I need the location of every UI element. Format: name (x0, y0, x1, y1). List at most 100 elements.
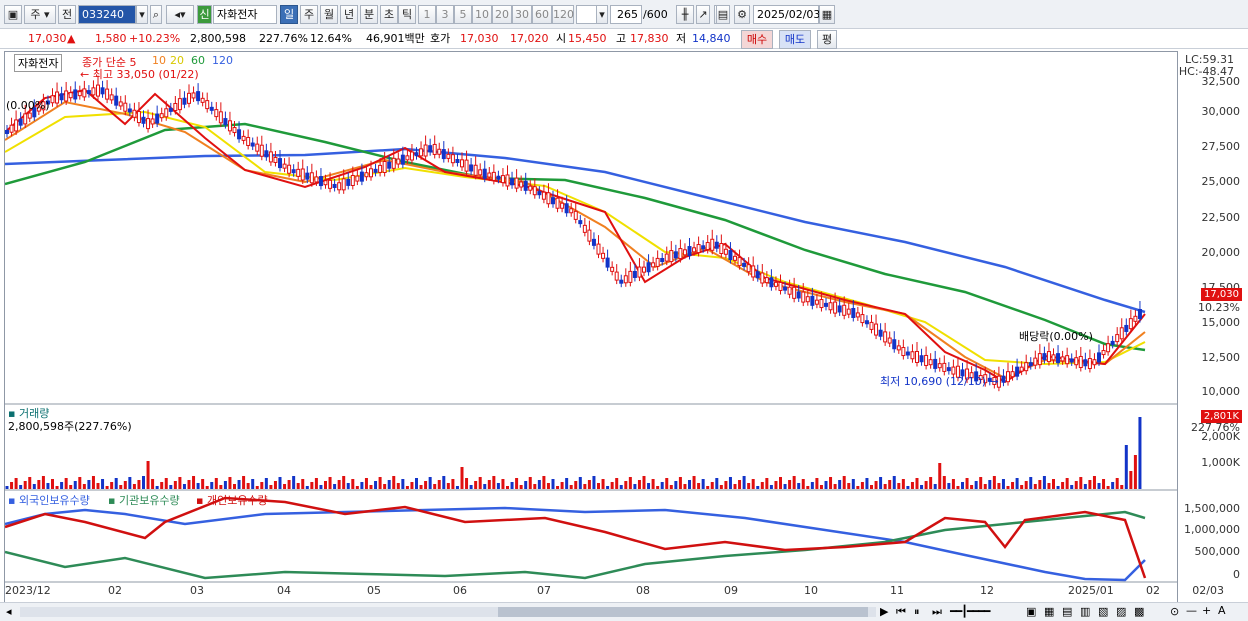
chart-canvas[interactable] (4, 52, 1179, 604)
volume-bar (637, 480, 641, 489)
volume-bar (96, 483, 100, 489)
save-icon[interactable]: ▤ (716, 5, 730, 24)
tab-minute[interactable]: 분 (360, 5, 378, 24)
volume-bar (983, 484, 987, 489)
settings-gear-icon[interactable]: ⚙ (734, 5, 750, 24)
stock-code-input[interactable]: 033240 (78, 5, 136, 24)
zoom-out-icon[interactable]: — (1186, 604, 1197, 617)
volume-bar (833, 484, 837, 489)
candle-body (701, 245, 706, 250)
stock-name-label[interactable]: 자화전자 (14, 54, 63, 72)
bar-count-input[interactable]: 265 (610, 5, 642, 24)
zoom-slider[interactable]: ━━┃━━━━ (950, 605, 990, 618)
chart-tool-icon-7[interactable]: ▩ (1134, 605, 1144, 618)
average-button[interactable]: 평 (817, 30, 837, 49)
search-icon[interactable]: ⌕ (150, 5, 162, 24)
period-select[interactable]: 주 ▾ (24, 5, 56, 24)
volume-bar (642, 476, 646, 489)
volume-bar (37, 480, 41, 489)
candle-body (268, 151, 273, 163)
legend-foreign[interactable]: ▪ 외국인보유수량 (8, 492, 90, 508)
volume-bar (870, 485, 873, 489)
volume-bar (1133, 455, 1137, 489)
volume-y-tick: 1,000K (1201, 456, 1240, 469)
chart-tool-icon[interactable]: ▣ (1026, 605, 1036, 618)
market-button[interactable]: 전 (58, 5, 76, 24)
candle-body (582, 224, 587, 233)
legend-institution[interactable]: ▪ 기관보유수량 (108, 492, 180, 508)
candle-body (523, 180, 528, 191)
interval-20[interactable]: 20 (492, 5, 512, 24)
interval-10[interactable]: 10 (472, 5, 492, 24)
candle-body (514, 177, 519, 189)
interval-5[interactable]: 5 (454, 5, 472, 24)
interval-60[interactable]: 60 (532, 5, 552, 24)
candle-body (496, 175, 501, 180)
tab-tick[interactable]: 틱 (398, 5, 416, 24)
tab-month[interactable]: 월 (320, 5, 338, 24)
horizontal-scrollbar[interactable] (20, 607, 876, 617)
volume-bar (915, 478, 919, 489)
candle-body (642, 266, 646, 273)
candle-type-icon[interactable]: ╫ (676, 5, 694, 24)
current-price: 17,030 (28, 32, 67, 45)
candle-body (860, 314, 865, 324)
tab-day[interactable]: 일 (280, 5, 298, 24)
candle-body (710, 238, 715, 251)
interval-30[interactable]: 30 (512, 5, 532, 24)
volume-bar (601, 479, 605, 489)
interval-1[interactable]: 1 (418, 5, 436, 24)
pause-icon[interactable]: ⏸ (914, 605, 920, 619)
volume-bar (55, 486, 59, 489)
code-dropdown-icon[interactable]: ▾ (136, 5, 148, 24)
window-menu-icon[interactable]: ▣ (4, 5, 22, 24)
tab-second[interactable]: 초 (380, 5, 398, 24)
candle-body (1037, 353, 1042, 366)
rewind-icon[interactable]: ⏮ (896, 605, 906, 619)
zoom-in-icon[interactable]: + (1202, 604, 1211, 617)
candle-body (682, 249, 687, 256)
calendar-icon[interactable]: ▦ (819, 5, 835, 24)
volume-bar (1083, 484, 1087, 489)
volume-bar (1065, 478, 1069, 489)
candle-body (628, 270, 633, 283)
candle-body (82, 88, 87, 98)
scroll-left-icon[interactable]: ◂ (6, 605, 12, 618)
chart-tool-icon-3[interactable]: ▤ (1062, 605, 1072, 618)
volume-bar (546, 483, 550, 489)
chart-tool-icon-6[interactable]: ▨ (1116, 605, 1126, 618)
legend-individual[interactable]: ▪ 개인보유수량 (196, 492, 268, 508)
volume-bar (847, 483, 851, 489)
candle-body (942, 362, 947, 372)
play-icon[interactable]: ▶ (880, 605, 888, 618)
candle-body (778, 281, 783, 291)
scrollbar-thumb[interactable] (498, 607, 868, 617)
chart-tool-icon-4[interactable]: ▥ (1080, 605, 1090, 618)
volume-bar (961, 482, 964, 489)
drawing-tool-icon[interactable]: ↗ (696, 5, 710, 24)
interval-120[interactable]: 120 (552, 5, 574, 24)
x-tick: 05 (367, 584, 381, 597)
tab-week[interactable]: 주 (300, 5, 318, 24)
candle-body (23, 113, 28, 125)
interval-3[interactable]: 3 (436, 5, 454, 24)
candle-body (928, 359, 933, 366)
tab-year[interactable]: 년 (340, 5, 358, 24)
chart-tool-icon-5[interactable]: ▧ (1098, 605, 1108, 618)
sell-button[interactable]: 매도 (779, 30, 811, 49)
bottom-controls: ◂ ▶ ⏮ ⏸ ⏭ ━━┃━━━━ ▣ ▦ ▤ ▥ ▧ ▨ ▩ ⊙ — + A (0, 602, 1248, 621)
buy-button[interactable]: 매수 (741, 30, 773, 49)
candle-body (478, 169, 483, 176)
date-input[interactable]: 2025/02/03 (753, 5, 820, 24)
chart-area[interactable] (4, 51, 1179, 604)
zoom-fit-icon[interactable]: ⊙ (1170, 605, 1179, 618)
chart-tool-icon-2[interactable]: ▦ (1044, 605, 1054, 618)
speaker-icon[interactable]: ◂▾ (166, 5, 194, 24)
volume-bar (60, 482, 64, 489)
stop-icon[interactable]: ⏭ (932, 605, 942, 619)
auto-scale-button[interactable]: A (1218, 604, 1226, 617)
volume-bar (1024, 481, 1028, 489)
candle-body (391, 157, 396, 169)
candle-body (796, 291, 801, 299)
interval-dropdown-icon[interactable]: ▾ (596, 5, 608, 24)
